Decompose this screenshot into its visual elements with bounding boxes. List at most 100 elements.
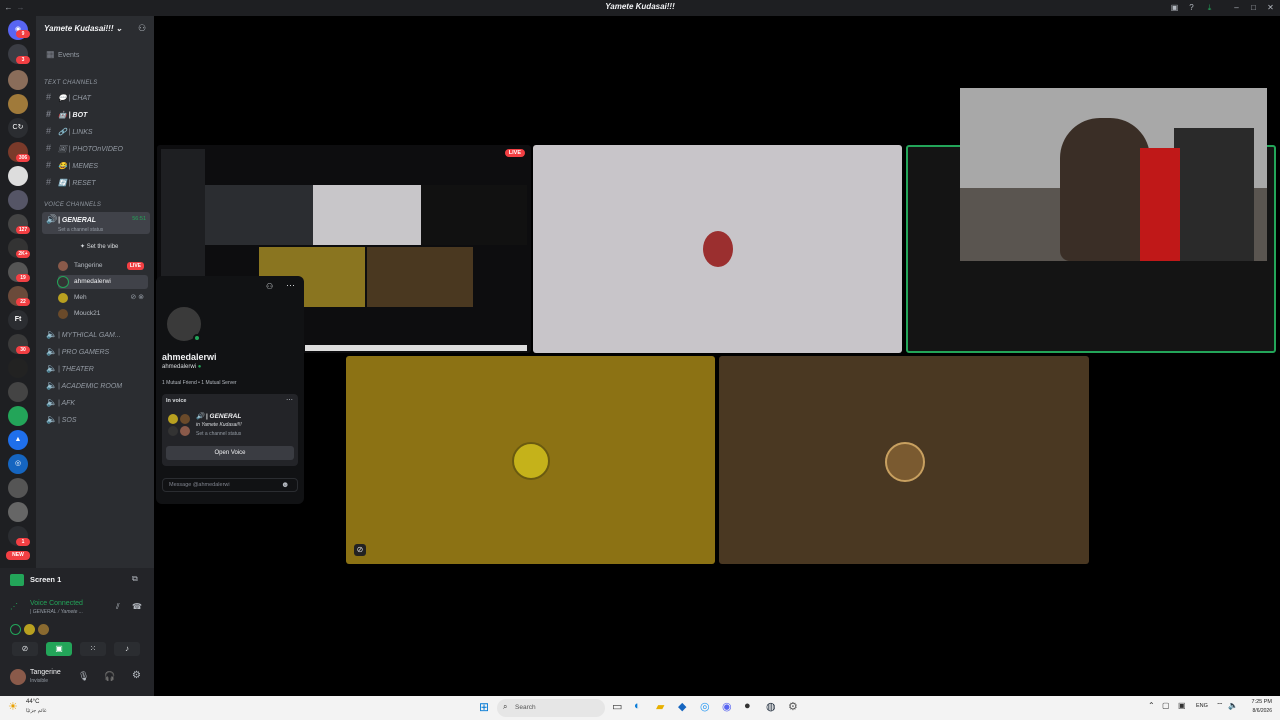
download-icon[interactable]: ⤓ (1205, 3, 1214, 12)
voice-channel[interactable]: 🔈 | AFK (42, 395, 150, 410)
popout-icon[interactable]: ⧉ (132, 574, 138, 584)
voice-channel-path[interactable]: | GENERAL / Yamete ... (30, 609, 83, 615)
microphone-icon[interactable]: 🎙 (78, 671, 89, 682)
voice-channel[interactable]: 🔈 | MYTHICAL GAM... (42, 327, 150, 342)
weather-icon[interactable]: ☀ (8, 700, 18, 713)
app-icon[interactable]: ● (744, 700, 751, 712)
chevron-up-icon[interactable]: ⌃ (1148, 701, 1155, 710)
open-voice-button[interactable]: Open Voice (166, 446, 294, 460)
voice-channel[interactable]: 🔈 | THEATER (42, 361, 150, 376)
settings-icon[interactable]: ⚙ (788, 700, 798, 713)
channel-chat[interactable]: # 💬 | CHAT (42, 90, 150, 105)
taskbar-search[interactable]: ⌕ Search (497, 699, 605, 717)
weather-temp[interactable]: 44°C (26, 699, 39, 705)
settings-gear-icon[interactable]: ⚙ (132, 670, 141, 681)
server-icon[interactable] (8, 406, 28, 426)
channel-status[interactable]: Set a channel status (58, 223, 103, 237)
set-vibe-button[interactable]: ✦ Set the vibe (80, 243, 118, 250)
server-icon[interactable] (8, 190, 28, 210)
screen-share-icon[interactable]: ▣ (46, 642, 72, 656)
file-explorer-icon[interactable]: ▰ (656, 700, 664, 713)
server-name-text: Yamete Kudasai!!! (44, 24, 114, 33)
message-input[interactable]: Message @ahmedalerwi ☻ (162, 478, 298, 492)
server-icon[interactable] (8, 70, 28, 90)
language-indicator[interactable]: ENG (1196, 703, 1208, 709)
events-item[interactable]: ▦ Events (42, 47, 150, 62)
avatar (180, 414, 190, 424)
camera-off-icon[interactable]: ⊘ (12, 642, 38, 656)
signal-icon[interactable]: ⋰ (10, 602, 18, 611)
headphones-icon[interactable]: 🎧 (104, 671, 115, 682)
soundboard-icon[interactable]: ♪ (114, 642, 140, 656)
channel-reset[interactable]: # 🔄 | RESET (42, 175, 150, 190)
channel-memes[interactable]: # 😂 | MEMES (42, 158, 150, 173)
server-name[interactable]: Yamete Kudasai!!! ⌄ (44, 24, 122, 33)
server-icon[interactable] (8, 166, 28, 186)
voice-user[interactable]: Tangerine LIVE (58, 259, 148, 273)
maximize-icon[interactable]: □ (1249, 3, 1258, 12)
discord-icon[interactable]: ◉ (722, 700, 732, 713)
voice-channel-general[interactable]: 🔊 | GENERAL 56:51 Set a channel status (42, 212, 150, 234)
avatar[interactable] (24, 624, 35, 635)
voice-user[interactable]: ahmedalerwi (57, 275, 148, 289)
clock-time[interactable]: 7:25 PM (1246, 699, 1272, 705)
close-icon[interactable]: ✕ (1266, 3, 1275, 12)
noise-suppression-icon[interactable]: ⫽ (116, 602, 120, 612)
screen-share-panel[interactable]: Screen 1 ⧉ (8, 572, 148, 588)
server-icon[interactable] (8, 382, 28, 402)
server-icon[interactable]: ◎ (8, 454, 28, 474)
activities-icon[interactable]: ⁙ (80, 642, 106, 656)
unread-badge: 30 (16, 346, 30, 354)
server-icon[interactable] (8, 358, 28, 378)
events-label: Events (57, 52, 80, 59)
participant-tile-mouck21[interactable] (719, 356, 1089, 564)
chrome-icon[interactable]: ◎ (700, 700, 710, 713)
avatar[interactable] (10, 624, 21, 635)
wifi-icon[interactable]: ⌔ (1216, 701, 1224, 711)
store-icon[interactable]: ◆ (678, 700, 686, 713)
server-icon[interactable]: Ft (8, 310, 28, 330)
emoji-icon[interactable]: ☻ (281, 480, 289, 489)
channel-links[interactable]: # 🔗 | LINKS (42, 124, 150, 139)
channel-label: | AFK (57, 400, 76, 407)
disconnect-icon[interactable]: ☎ (132, 602, 142, 611)
edge-icon[interactable]: ◐ (634, 700, 641, 712)
avatar[interactable] (38, 624, 49, 635)
clock-date[interactable]: 8/6/2026 (1244, 708, 1272, 714)
channel-photonvideo[interactable]: # 🖼 | PHOTOnVIDEO (42, 141, 150, 156)
participant-tile-meh[interactable]: ⊘ (346, 356, 715, 564)
new-badge[interactable]: NEW (6, 551, 30, 560)
voice-category[interactable]: VOICE CHANNELS (44, 202, 101, 208)
tray-icon[interactable]: ▣ (1178, 701, 1186, 710)
tray-icon[interactable]: ▢ (1162, 701, 1170, 710)
voice-user[interactable]: Meh ⊘ ⊗ (58, 291, 148, 305)
task-view-icon[interactable]: ▭ (612, 700, 622, 713)
server-icon[interactable] (8, 94, 28, 114)
server-icon[interactable]: C↻ (8, 118, 28, 138)
channel-bot[interactable]: # 🤖 | BOT (42, 107, 150, 122)
server-icon[interactable]: ▲ (8, 430, 28, 450)
help-icon[interactable]: ? (1187, 3, 1196, 12)
more-icon[interactable]: ⋯ (286, 280, 295, 291)
username-text: ahmedalerwi (162, 364, 197, 370)
volume-icon[interactable]: 🔈 (1228, 701, 1238, 710)
steam-icon[interactable]: ◍ (766, 700, 776, 713)
mutuals[interactable]: 1 Mutual Friend • 1 Mutual Server (162, 380, 237, 386)
voice-user[interactable]: Mouck21 (58, 307, 148, 321)
minimize-icon[interactable]: – (1232, 3, 1241, 12)
add-member-icon[interactable]: ⚇ (138, 23, 146, 34)
server-icon[interactable] (8, 478, 28, 498)
user-panel-area: Screen 1 ⧉ ⋰ Voice Connected | GENERAL /… (0, 568, 154, 696)
voice-channel[interactable]: 🔈 | ACADEMIC ROOM (42, 378, 150, 393)
add-friend-icon[interactable]: ⚇ (266, 282, 273, 291)
more-icon[interactable]: ⋯ (286, 396, 293, 404)
server-icon[interactable] (8, 502, 28, 522)
voice-channel[interactable]: 🔈 | PRO GAMERS (42, 344, 150, 359)
text-category[interactable]: TEXT CHANNELS (44, 80, 98, 86)
user-info[interactable]: Tangerine Invisible 🎙 🎧 ⚙ (6, 666, 148, 688)
voice-channel-name: 🔊 | GENERAL (196, 412, 241, 420)
participant-tile[interactable] (533, 145, 902, 353)
voice-channel[interactable]: 🔈 | SOS (42, 412, 150, 427)
inbox-icon[interactable]: ▣ (1170, 3, 1179, 12)
windows-start-icon[interactable]: ⊞ (479, 700, 489, 714)
